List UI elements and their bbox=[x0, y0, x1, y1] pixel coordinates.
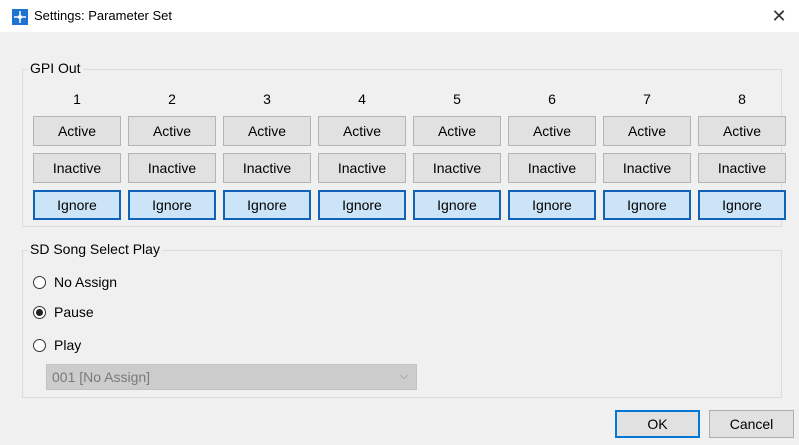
gpi-column-number: 2 bbox=[168, 91, 176, 107]
gpi-inactive-button[interactable]: Inactive bbox=[508, 153, 596, 183]
radio-pause[interactable]: Pause bbox=[33, 302, 94, 322]
gpi-active-button[interactable]: Active bbox=[698, 116, 786, 146]
gpi-inactive-button[interactable]: Inactive bbox=[33, 153, 121, 183]
gpi-column-number: 8 bbox=[738, 91, 746, 107]
gpi-ignore-button[interactable]: Ignore bbox=[33, 190, 121, 220]
cancel-button[interactable]: Cancel bbox=[709, 410, 794, 438]
gpi-inactive-button[interactable]: Inactive bbox=[413, 153, 501, 183]
gpi-active-button[interactable]: Active bbox=[413, 116, 501, 146]
gpi-column-number: 6 bbox=[548, 91, 556, 107]
gpi-ignore-button[interactable]: Ignore bbox=[698, 190, 786, 220]
gpi-active-button[interactable]: Active bbox=[128, 116, 216, 146]
gpi-out-label: GPI Out bbox=[28, 60, 83, 76]
app-icon bbox=[12, 9, 28, 25]
radio-circle[interactable] bbox=[33, 275, 46, 289]
song-select-value: 001 [No Assign] bbox=[52, 369, 151, 385]
gpi-active-button[interactable]: Active bbox=[223, 116, 311, 146]
gpi-inactive-button[interactable]: Inactive bbox=[223, 153, 311, 183]
gpi-active-button[interactable]: Active bbox=[318, 116, 406, 146]
gpi-ignore-button[interactable]: Ignore bbox=[128, 190, 216, 220]
radio-circle[interactable] bbox=[33, 305, 46, 319]
radio-no-assign[interactable]: No Assign bbox=[33, 272, 117, 292]
ok-button[interactable]: OK bbox=[615, 410, 700, 438]
chevron-down-icon: ⌵ bbox=[399, 370, 408, 382]
gpi-ignore-button[interactable]: Ignore bbox=[223, 190, 311, 220]
song-select-dropdown[interactable]: 001 [No Assign] ⌵ bbox=[46, 364, 417, 390]
gpi-column-number: 3 bbox=[263, 91, 271, 107]
gpi-ignore-button[interactable]: Ignore bbox=[508, 190, 596, 220]
gpi-active-button[interactable]: Active bbox=[508, 116, 596, 146]
gpi-ignore-button[interactable]: Ignore bbox=[413, 190, 501, 220]
radio-label: No Assign bbox=[54, 274, 118, 290]
gpi-inactive-button[interactable]: Inactive bbox=[128, 153, 216, 183]
gpi-inactive-button[interactable]: Inactive bbox=[698, 153, 786, 183]
window-title: Settings: Parameter Set bbox=[34, 8, 173, 23]
radio-play[interactable]: Play bbox=[33, 335, 81, 355]
gpi-column-number: 4 bbox=[358, 91, 366, 107]
gpi-inactive-button[interactable]: Inactive bbox=[603, 153, 691, 183]
sd-song-label: SD Song Select Play bbox=[28, 241, 162, 257]
gpi-column-number: 7 bbox=[643, 91, 651, 107]
title-bar: Settings: Parameter Set ✕ bbox=[0, 0, 799, 32]
gpi-ignore-button[interactable]: Ignore bbox=[603, 190, 691, 220]
gpi-column-number: 1 bbox=[73, 91, 81, 107]
gpi-active-button[interactable]: Active bbox=[33, 116, 121, 146]
gpi-column-number: 5 bbox=[453, 91, 461, 107]
radio-label: Play bbox=[54, 337, 82, 353]
gpi-ignore-button[interactable]: Ignore bbox=[318, 190, 406, 220]
close-icon[interactable]: ✕ bbox=[759, 0, 799, 32]
gpi-inactive-button[interactable]: Inactive bbox=[318, 153, 406, 183]
gpi-active-button[interactable]: Active bbox=[603, 116, 691, 146]
radio-label: Pause bbox=[54, 304, 94, 320]
radio-circle[interactable] bbox=[33, 338, 46, 352]
